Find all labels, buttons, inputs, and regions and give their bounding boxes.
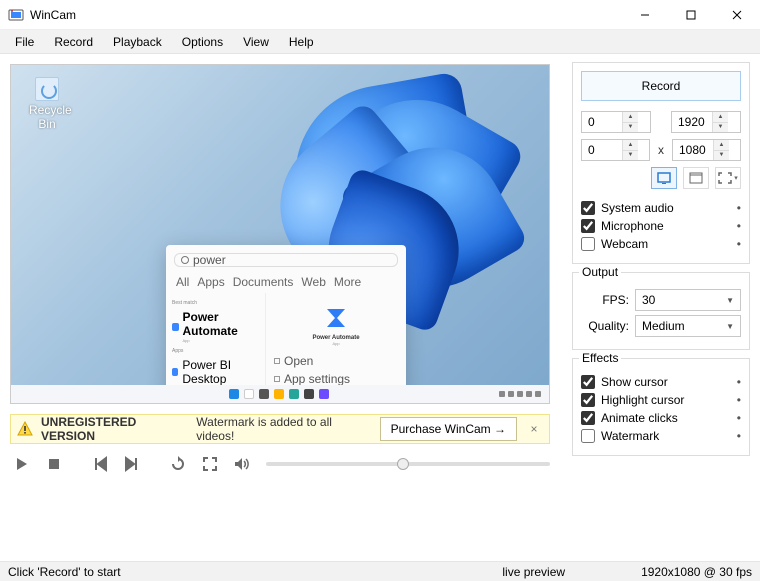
unregistered-warning-bar: UNREGISTERED VERSION Watermark is added … [10,414,550,444]
system-audio-checkbox[interactable] [581,201,595,215]
y1-down[interactable]: ▼ [623,151,638,161]
play-button[interactable] [10,452,34,476]
quality-select[interactable]: Medium▼ [635,315,741,337]
fps-label: FPS: [581,293,629,307]
x2-input[interactable]: ▲▼ [671,111,741,133]
y2-input[interactable]: ▲▼ [672,139,741,161]
skip-end-button[interactable] [120,452,144,476]
system-audio-options[interactable]: • [737,201,741,215]
purchase-button[interactable]: Purchase WinCam → [380,417,517,441]
right-pane: Record ▲▼ ▲▼ ▲▼ x ▲▼ ▾ System audio• Mic… [568,54,760,561]
menu-playback[interactable]: Playback [104,32,171,52]
stop-button[interactable] [42,452,66,476]
animate-clicks-label: Animate clicks [601,411,678,425]
effects-group: Effects Show cursor• Highlight cursor• A… [572,358,750,456]
fps-select[interactable]: 30▼ [635,289,741,311]
region-mode-button[interactable]: ▾ [715,167,741,189]
menu-record[interactable]: Record [45,32,102,52]
start-menu: power All Apps Documents Web More Best m… [166,245,406,404]
seek-thumb[interactable] [397,458,409,470]
recycle-bin: Recycle Bin [29,77,65,131]
animate-clicks-options[interactable]: • [737,411,741,425]
maximize-button[interactable] [668,0,714,30]
x1-input[interactable]: ▲▼ [581,111,651,133]
capture-group: Record ▲▼ ▲▼ ▲▼ x ▲▼ ▾ System audio• Mic… [572,62,750,264]
skip-start-button[interactable] [88,452,112,476]
watermark-checkbox[interactable] [581,429,595,443]
microphone-options[interactable]: • [737,219,741,233]
animate-clicks-checkbox[interactable] [581,411,595,425]
window-mode-button[interactable] [683,167,709,189]
y1-up[interactable]: ▲ [623,140,638,151]
start-tabs: All Apps Documents Web More [166,275,406,293]
fullscreen-button[interactable] [198,452,222,476]
preview-area: Recycle Bin power All Apps Documents Web… [10,64,550,404]
dim-separator: x [656,143,666,157]
system-audio-label: System audio [601,201,674,215]
taskbar [11,385,549,403]
start-search: power [174,253,398,267]
close-button[interactable] [714,0,760,30]
fullscreen-mode-button[interactable] [651,167,677,189]
watermark-options[interactable]: • [737,429,741,443]
highlight-cursor-label: Highlight cursor [601,393,684,407]
taskbar-search-icon [244,389,254,399]
microphone-checkbox[interactable] [581,219,595,233]
status-bar: Click 'Record' to start live preview 192… [0,561,760,581]
record-button[interactable]: Record [581,71,741,101]
recycle-bin-label: Recycle Bin [29,103,65,131]
seek-slider[interactable] [266,462,550,466]
status-hint: Click 'Record' to start [8,565,121,579]
show-cursor-checkbox[interactable] [581,375,595,389]
output-group: Output FPS: 30▼ Quality: Medium▼ [572,272,750,350]
app-icon [8,7,24,23]
warning-text: Watermark is added to all videos! [196,415,371,443]
x2-up[interactable]: ▲ [713,112,728,123]
show-cursor-label: Show cursor [601,375,668,389]
loop-button[interactable] [166,452,190,476]
taskbar-taskview-icon [259,389,269,399]
x1-up[interactable]: ▲ [623,112,638,123]
taskbar-store-icon [304,389,314,399]
menu-file[interactable]: File [6,32,43,52]
volume-button[interactable] [230,452,254,476]
webcam-checkbox[interactable] [581,237,595,251]
warning-close-button[interactable]: × [525,422,543,436]
watermark-label: Watermark [601,429,659,443]
webcam-label: Webcam [601,237,648,251]
minimize-button[interactable] [622,0,668,30]
show-cursor-options[interactable]: • [737,375,741,389]
taskbar-explorer-icon [274,389,284,399]
y2-down[interactable]: ▼ [714,151,729,161]
taskbar-edge-icon [289,389,299,399]
left-pane: Recycle Bin power All Apps Documents Web… [0,54,568,561]
warning-icon [17,421,33,437]
y1-input[interactable]: ▲▼ [581,139,650,161]
recycle-bin-icon [35,77,59,101]
highlight-cursor-checkbox[interactable] [581,393,595,407]
x2-down[interactable]: ▼ [713,123,728,133]
playback-controls [10,452,550,476]
microphone-label: Microphone [601,219,664,233]
highlight-cursor-options[interactable]: • [737,393,741,407]
status-mode: live preview [502,565,565,579]
menu-bar: File Record Playback Options View Help [0,30,760,54]
x1-down[interactable]: ▼ [623,123,638,133]
status-resolution: 1920x1080 @ 30 fps [641,565,752,579]
menu-view[interactable]: View [234,32,278,52]
warning-title: UNREGISTERED VERSION [41,415,192,443]
power-automate-icon [323,305,349,331]
taskbar-start-icon [229,389,239,399]
quality-label: Quality: [581,319,629,333]
effects-legend: Effects [579,351,621,365]
window-title: WinCam [30,8,622,22]
taskbar-app-icon [319,389,329,399]
webcam-options[interactable]: • [737,237,741,251]
y2-up[interactable]: ▲ [714,140,729,151]
menu-help[interactable]: Help [280,32,323,52]
menu-options[interactable]: Options [173,32,232,52]
title-bar: WinCam [0,0,760,30]
output-legend: Output [579,265,621,279]
